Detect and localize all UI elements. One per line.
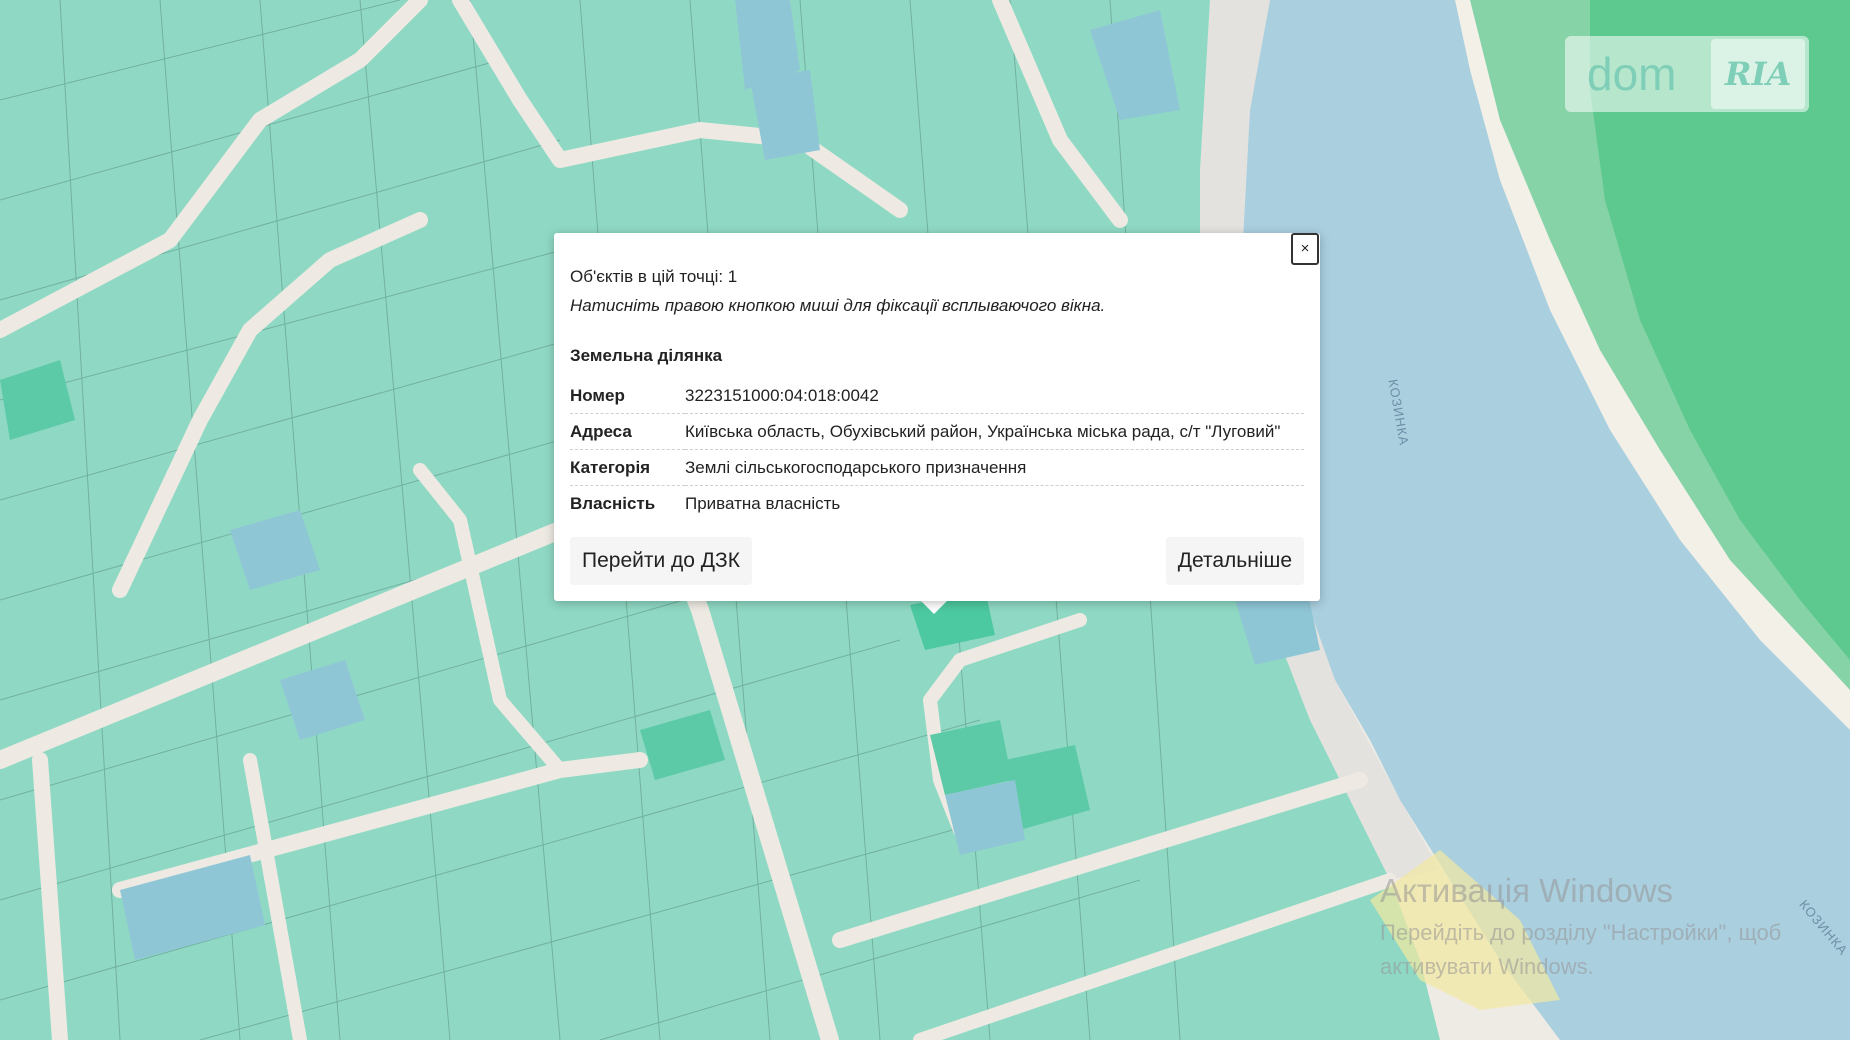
logo-ria-badge: RIA <box>1711 39 1805 109</box>
popup-tip <box>920 600 948 614</box>
property-row: Категорія Землі сільськогосподарського п… <box>570 449 1304 486</box>
watermark-title: Активація Windows <box>1380 872 1674 909</box>
property-value: Приватна власність <box>685 494 841 513</box>
property-key: Адреса <box>570 413 685 450</box>
close-button[interactable]: × <box>1291 233 1319 265</box>
property-key: Власність <box>570 494 656 513</box>
property-value: Землі сільськогосподарського призначення <box>685 449 1304 486</box>
go-to-dzk-button[interactable]: Перейти до ДЗК <box>570 537 752 585</box>
objects-count: Об'єктів в цій точці: 1 <box>570 267 738 286</box>
property-value: Київська область, Обухівський район, Укр… <box>685 413 1304 450</box>
parcel-properties: Номер 3223151000:04:018:0042 Адреса Київ… <box>570 378 1304 521</box>
section-title: Земельна ділянка <box>570 346 723 365</box>
property-row: Адреса Київська область, Обухівський рай… <box>570 413 1304 450</box>
details-button[interactable]: Детальніше <box>1165 537 1304 585</box>
logo-dom-text: dom <box>1587 48 1677 100</box>
property-row: Власність Приватна власність <box>570 486 1304 522</box>
property-row: Номер 3223151000:04:018:0042 <box>570 378 1304 414</box>
property-key: Номер <box>570 378 685 414</box>
property-value: 3223151000:04:018:0042 <box>685 378 1304 414</box>
dom-ria-logo[interactable]: dom RIA <box>1565 36 1809 112</box>
property-key: Категорія <box>570 449 685 486</box>
windows-activation-watermark: Активація Windows Перейдіть до розділу "… <box>1380 872 1781 984</box>
watermark-line-1: Перейдіть до розділу "Настройки", щоб <box>1380 920 1782 945</box>
popup-actions: Перейти до ДЗК Детальніше <box>570 537 1304 585</box>
parcel-info-popup: × Об'єктів в цій точці: 1 Натисніть прав… <box>554 233 1320 601</box>
popup-hint: Натисніть правою кнопкою миші для фіксац… <box>570 296 1106 315</box>
watermark-line-2: активувати Windows. <box>1380 954 1594 979</box>
